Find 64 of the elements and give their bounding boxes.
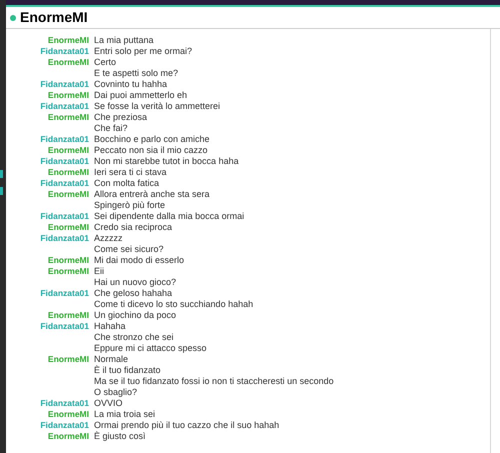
message-text: Se fosse la verità lo ammetterei [94,101,220,112]
message-text: Ma se il tuo fidanzato fossi io non ti staccheresti un secondo [94,376,334,387]
message-text: Che preziosa [94,112,148,123]
message-text: Dai puoi ammetterlo eh [94,90,188,101]
chat-title: EnormeMI [20,8,88,27]
sender-name: Fidanzata01 [40,321,89,332]
message-text: La mia troia sei [94,409,156,420]
message-text: Con molta fatica [94,178,160,189]
sender-name: Fidanzata01 [40,288,89,299]
message-text: Un giochino da poco [94,310,176,321]
sender-name: Fidanzata01 [40,211,89,222]
sender-name: EnormeMI [48,112,89,123]
sender-name: Fidanzata01 [40,420,89,431]
message-text: Normale [94,354,128,365]
sender-name: Fidanzata01 [40,398,89,409]
sender-name: EnormeMI [48,57,89,68]
sender-name: EnormeMI [48,431,89,442]
sender-name: EnormeMI [48,189,89,200]
sender-name: Fidanzata01 [40,134,89,145]
message-text: Azzzzz [94,233,123,244]
message-text: Che fai? [94,123,128,134]
sender-name: Fidanzata01 [40,156,89,167]
message-text: Eii [94,266,104,277]
message-text: Come ti dicevo lo sto succhiando hahah [94,299,254,310]
message-text: Eppure mi ci attacco spesso [94,343,207,354]
message-text: Peccato non sia il mio cazzo [94,145,208,156]
sender-name: EnormeMI [48,354,89,365]
message-text: Entri solo per me ormai? [94,46,192,57]
message-text: Sei dipendente dalla mia bocca ormai [94,211,244,222]
sender-name: EnormeMI [48,167,89,178]
sender-name: Fidanzata01 [40,233,89,244]
message-text: Che stronzo che sei [94,332,174,343]
sender-name: EnormeMI [48,222,89,233]
message-text: Hai un nuovo gioco? [94,277,176,288]
message-text: OVVIO [94,398,123,409]
message-text: Ormai prendo più il tuo cazzo che il suo hahah [94,420,280,431]
message-text: Che geloso hahaha [94,288,172,299]
sender-name: EnormeMI [48,145,89,156]
sender-name: EnormeMI [48,266,89,277]
message-text: È giusto così [94,431,146,442]
message-text: Covninto tu hahha [94,79,168,90]
message-text: Non mi starebbe tutot in bocca haha [94,156,239,167]
message-text: E te aspetti solo me? [94,68,178,79]
message-text: Hahaha [94,321,126,332]
message-text: Ieri sera ti ci stava [94,167,167,178]
sender-name: Fidanzata01 [40,178,89,189]
sender-name: Fidanzata01 [40,79,89,90]
sender-name: EnormeMI [48,35,89,46]
message-text: Certo [94,57,116,68]
message-text: Mi dai modo di esserlo [94,255,184,266]
message-text: La mia puttana [94,35,154,46]
sender-name: EnormeMI [48,90,89,101]
message-text: Come sei sicuro? [94,244,164,255]
sender-name: EnormeMI [48,310,89,321]
sender-name: Fidanzata01 [40,101,89,112]
sender-name: EnormeMI [48,409,89,420]
message-text: Spingerò più forte [94,200,166,211]
message-text: O sbaglio? [94,387,138,398]
message-text: Bocchino e parlo con amiche [94,134,210,145]
sender-name: EnormeMI [48,255,89,266]
message-text: Credo sia reciproca [94,222,172,233]
message-text: È il tuo fidanzato [94,365,161,376]
sender-name: Fidanzata01 [40,46,89,57]
message-text: Allora entrerà anche sta sera [94,189,210,200]
